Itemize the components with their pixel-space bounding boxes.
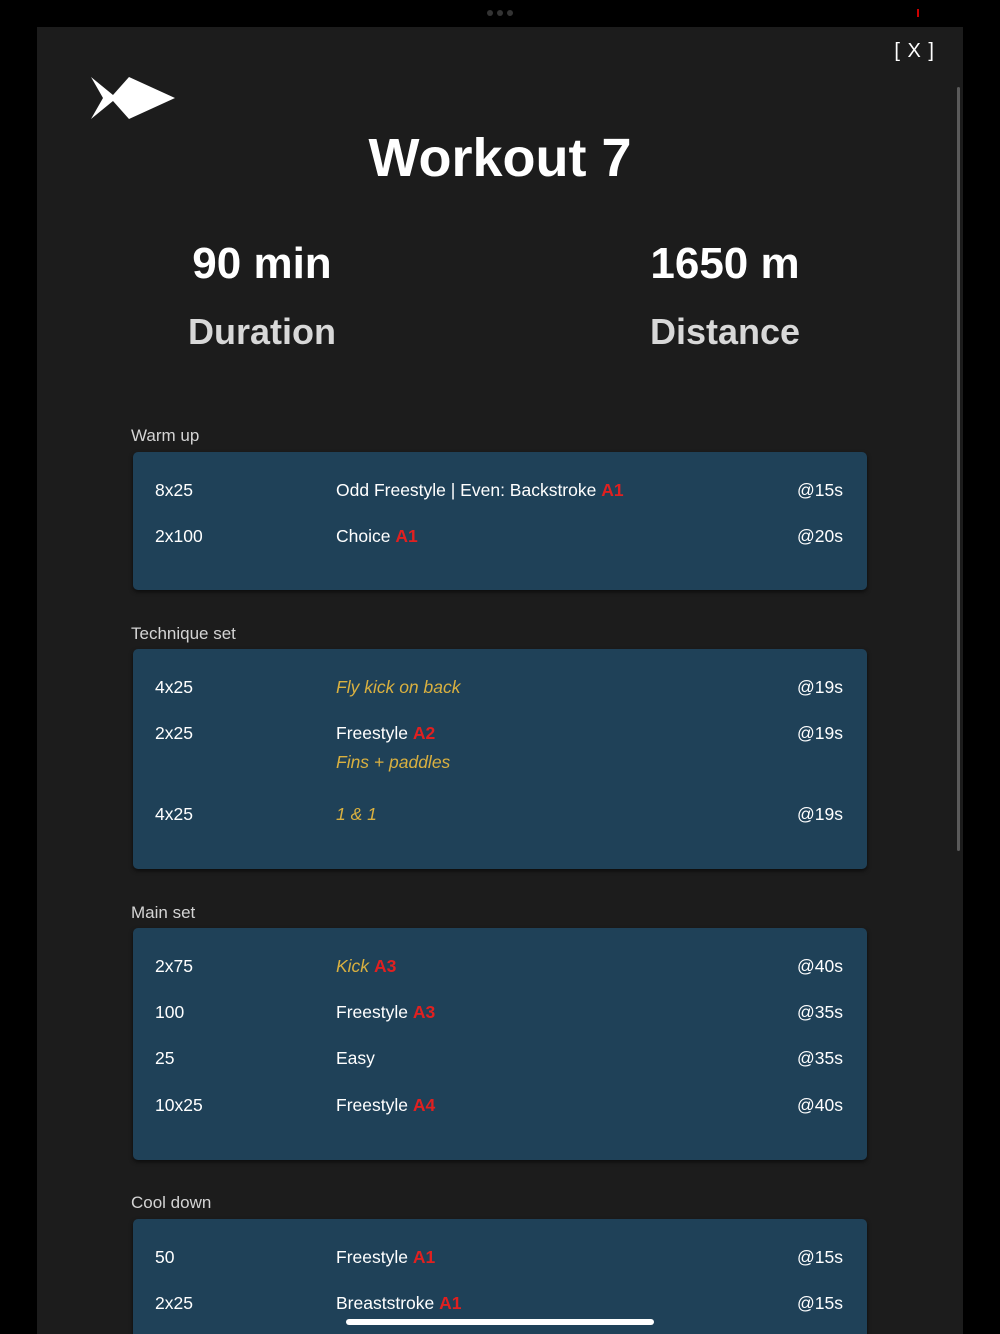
warmup-card: 8x25 Odd Freestyle | Even: Backstroke A1… [133,452,867,590]
set-interval: @40s [797,1095,843,1115]
set-interval: @19s [797,723,843,743]
section-label-warmup: Warm up [131,426,200,445]
set-description: 1 & 1 [336,804,377,824]
set-interval: @35s [797,1048,843,1068]
set-reps: 8x25 [155,480,193,500]
duration-stat: 90 min Duration [92,239,432,353]
section-label-cooldown: Cool down [131,1193,212,1212]
set-reps: 25 [155,1048,175,1068]
set-reps: 10x25 [155,1095,203,1115]
section-label-technique: Technique set [131,624,236,643]
distance-value: 1650 m [650,239,800,288]
page-title: Workout 7 [368,128,632,188]
main-card: 2x75 Kick A3 @40s 100 Freestyle A3 @35s … [133,928,867,1160]
set-note: Fins + paddles [336,752,451,772]
set-description: Kick A3 [336,956,397,976]
set-reps: 2x25 [155,723,193,743]
set-reps: 50 [155,1247,175,1267]
intensity-tag: A2 [412,723,436,743]
intensity-tag: A3 [373,956,397,976]
intensity-tag: A1 [395,526,418,546]
cooldown-card: 50 Freestyle A1 @15s 2x25 Breaststroke A… [133,1219,867,1334]
set-reps: 4x25 [155,677,193,697]
distance-stat: 1650 m Distance [555,239,895,353]
set-description: Freestyle A1 [336,1247,436,1267]
intensity-tag: A1 [439,1293,462,1313]
set-interval: @20s [797,526,843,546]
intensity-tag: A1 [412,1247,436,1267]
distance-label: Distance [649,311,801,352]
set-description: Breaststroke A1 [336,1293,462,1313]
set-description: Fly kick on back [336,677,461,697]
workout-sheet: [ X ] Workout 7 90 min Duration 1650 m D… [37,27,963,1334]
set-description: Freestyle A4 [336,1095,436,1115]
set-interval: @15s [797,1293,843,1313]
intensity-tag: A1 [601,480,624,500]
recording-indicator [917,9,919,17]
set-interval: @19s [797,677,843,697]
set-reps: 4x25 [155,804,193,824]
set-reps: 100 [155,1002,185,1022]
set-description: Odd Freestyle | Even: Backstroke A1 [336,480,624,500]
section-label-main: Main set [131,903,196,922]
fish-logo-icon [91,77,175,119]
set-reps: 2x25 [155,1293,193,1313]
close-button[interactable]: [ X ] [894,40,935,63]
multitasking-dots[interactable] [487,10,513,16]
intensity-tag: A3 [412,1002,436,1022]
set-description: Freestyle A2 Fins + paddles [336,723,451,772]
set-interval: @40s [797,956,843,976]
scrollbar[interactable] [957,87,960,851]
intensity-tag: A4 [412,1095,436,1115]
set-interval: @35s [797,1002,843,1022]
home-indicator[interactable] [346,1319,654,1325]
duration-value: 90 min [192,239,332,288]
set-description: Easy [336,1048,375,1068]
set-reps: 2x100 [155,526,203,546]
set-description: Choice A1 [336,526,418,546]
set-interval: @15s [797,480,843,500]
technique-card: 4x25 Fly kick on back @19s 2x25 Freestyl… [133,649,867,869]
set-description: Freestyle A3 [336,1002,436,1022]
set-reps: 2x75 [155,956,193,976]
set-interval: @19s [797,804,843,824]
duration-label: Duration [188,311,336,352]
set-interval: @15s [797,1247,843,1267]
